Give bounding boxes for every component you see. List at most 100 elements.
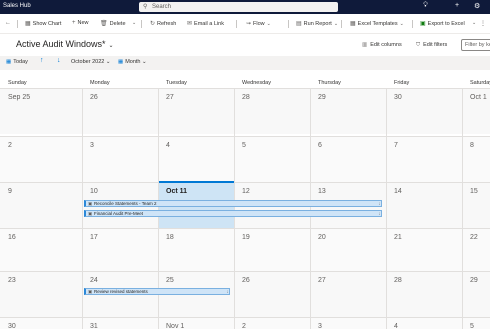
day-number: 18 [166,234,174,241]
refresh-label: Refresh [157,21,177,27]
day-number: 8 [470,142,474,149]
day-number: 10 [90,188,98,195]
next-period-button[interactable]: ↓ [57,57,61,64]
event-resize-handle[interactable]: ⁞ [379,211,380,216]
flow-button[interactable]: ⇝ Flow ⌄ [246,20,271,27]
day-number: 26 [242,277,250,284]
add-icon: + [72,20,76,26]
event-title: Financial Audit Pre-Meet [94,211,144,216]
day-number: 2 [8,142,12,149]
separator [236,20,237,28]
view-title: Active Audit Windows* [16,39,106,49]
calendar-toolbar: ▦ Today ↑ ↓ October 2022 ⌄ ▦ Month ⌄ [0,56,490,70]
day-number: 12 [242,188,250,195]
export-excel-dropdown[interactable]: ⌄ [470,20,476,26]
day-number: 16 [8,234,16,241]
event-title: Review revised statements [94,289,148,294]
plus-icon[interactable]: + [455,2,459,9]
day-number: 19 [242,234,250,241]
edit-filters-button[interactable]: ⛉ Edit filters [416,42,447,49]
day-number: 4 [166,142,170,149]
event-resize-handle[interactable]: ⁞ [227,289,228,294]
email-link-button[interactable]: ✉ Email a Link [187,20,224,27]
new-label: New [77,20,89,26]
app-title[interactable]: Sales Hub [3,3,31,9]
day-number: 7 [394,142,398,149]
today-label: Today [13,59,28,65]
more-commands-button[interactable]: ⋮ [480,20,488,27]
event-icon: ▣ [88,201,93,206]
calendar-event[interactable]: ▣ Review revised statements ⁞ [84,288,230,295]
edit-columns-label: Edit columns [370,42,402,48]
email-link-label: Email a Link [194,21,224,27]
day-number: 20 [318,234,326,241]
day-number: 9 [8,188,12,195]
new-button[interactable]: + New [72,20,89,26]
day-number: 29 [318,94,326,101]
email-link-icon: ✉ [187,21,193,27]
day-number: 24 [90,277,98,284]
today-indicator [159,181,234,183]
day-number: 5 [470,323,474,329]
excel-template-icon: ▦ [350,21,356,27]
back-button[interactable]: ← [5,20,13,26]
day-number: 2 [242,323,246,329]
weekday-header: Thursday [318,80,341,86]
filter-by-keyword-input[interactable]: Filter by ke [461,39,490,51]
edit-columns-button[interactable]: ▥ Edit columns [362,42,402,48]
separator [17,20,18,28]
arrow-up-icon: ↑ [40,57,44,64]
chart-icon: ▦ [25,21,31,27]
delete-dropdown[interactable]: ⌄ [130,20,136,26]
chevron-down-icon: ⌄ [105,59,111,65]
month-calendar-grid: Sunday Monday Tuesday Wednesday Thursday Frid… [0,76,490,329]
day-number: 28 [394,277,402,284]
view-selector[interactable]: Active Audit Windows* ⌄ [16,39,114,49]
flow-icon: ⇝ [246,21,252,27]
day-number: 15 [470,188,478,195]
day-cell[interactable] [462,317,490,329]
weekday-header: Sunday [8,80,27,86]
period-label: October 2022 [71,59,105,65]
event-icon: ▣ [88,289,93,294]
day-cell[interactable] [0,182,82,228]
day-number: 5 [242,142,246,149]
day-cell[interactable] [462,136,490,182]
chevron-down-icon: ⌄ [132,20,137,26]
settings-gear-icon[interactable]: ⚙ [474,2,480,10]
lightbulb-icon[interactable]: 💡︎ [423,2,428,10]
separator [141,20,142,28]
run-report-button[interactable]: ▤ Run Report ⌄ [296,20,338,27]
calendar-event[interactable]: ▣ Reconcile Statements - Team 2 ⁞ [84,200,382,207]
global-search-box[interactable]: ⚲ Search [139,2,338,12]
back-arrow-icon: ← [5,20,11,26]
separator [341,20,342,28]
day-number: 30 [394,94,402,101]
more-icon: ⋮ [480,21,486,27]
day-cell[interactable] [0,136,82,182]
event-title: Reconcile Statements - Team 2 [94,201,157,206]
weekday-header: Wednesday [242,80,271,86]
command-bar: ← ▦ Show Chart + New 🗑︎ Delete ⌄ ↻ Refresh ✉… [0,14,490,34]
export-excel-button[interactable]: ▣ Export to Excel [420,20,465,27]
day-number: Nov 1 [166,323,185,329]
separator [412,20,413,28]
delete-button[interactable]: 🗑︎ Delete [100,20,126,27]
refresh-button[interactable]: ↻ Refresh [150,20,176,27]
day-number: 27 [318,277,326,284]
event-resize-handle[interactable]: ⁞ [379,201,380,206]
event-icon: ▣ [88,211,93,216]
view-mode-label: Month [125,59,141,65]
view-mode-selector[interactable]: ▦ Month ⌄ [118,59,147,65]
day-number: 21 [394,234,402,241]
day-number: 14 [394,188,402,195]
today-button[interactable]: ▦ Today [6,59,28,65]
period-selector[interactable]: October 2022 ⌄ [71,59,110,65]
calendar-event[interactable]: ▣ Financial Audit Pre-Meet ⁞ [84,210,382,217]
weekday-header: Monday [90,80,110,86]
previous-period-button[interactable]: ↑ [40,57,44,64]
show-chart-button[interactable]: ▦ Show Chart [25,20,61,27]
excel-templates-label: Excel Templates [357,21,398,27]
day-number: 4 [394,323,398,329]
excel-templates-button[interactable]: ▦ Excel Templates ⌄ [350,20,404,27]
